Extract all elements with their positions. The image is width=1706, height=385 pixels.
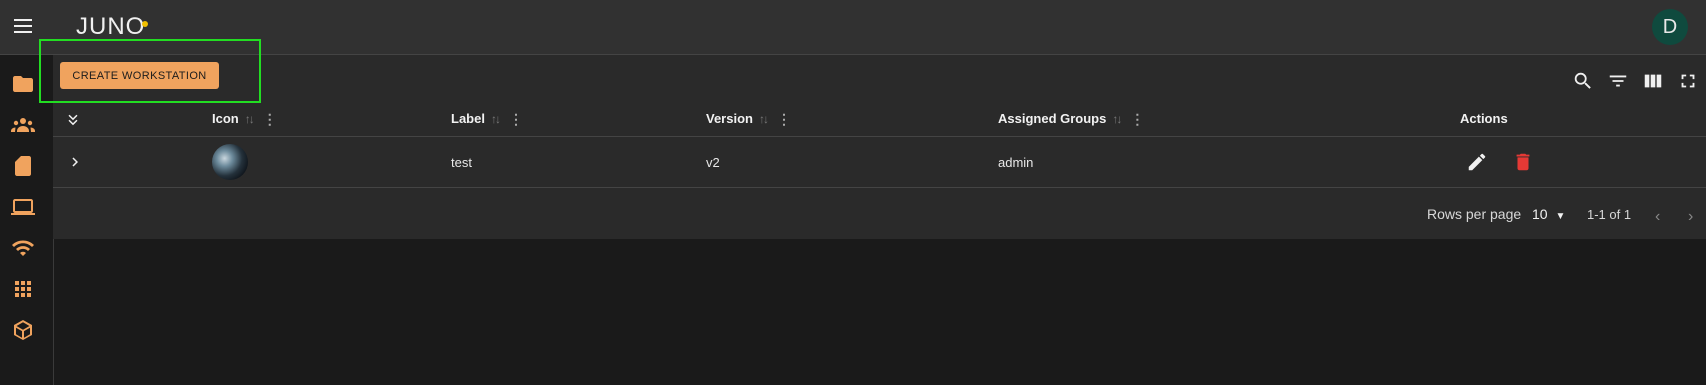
create-workstation-button[interactable]: CREATE WORKSTATION <box>60 62 219 89</box>
expand-all-icon[interactable] <box>64 111 82 129</box>
column-menu-icon[interactable]: ⋮ <box>1130 112 1144 126</box>
sort-icon[interactable]: ↑↓ <box>245 112 255 126</box>
cell-groups: admin <box>998 155 1034 170</box>
column-label: Assigned Groups <box>998 111 1107 126</box>
apps-grid-icon[interactable] <box>11 277 35 301</box>
column-label: Icon <box>212 111 239 126</box>
package-icon[interactable] <box>11 318 35 342</box>
filter-icon[interactable] <box>1607 70 1629 92</box>
search-icon[interactable] <box>1572 70 1594 92</box>
dropdown-arrow-icon: ▼ <box>1555 211 1566 222</box>
fullscreen-icon[interactable] <box>1677 70 1699 92</box>
next-page-icon[interactable]: › <box>1688 208 1693 226</box>
prev-page-icon[interactable]: ‹ <box>1655 208 1660 226</box>
column-header-version[interactable]: Version ↑↓ ⋮ <box>706 111 791 126</box>
pagination-range: 1-1 of 1 <box>1587 207 1632 222</box>
header-divider <box>53 136 1706 137</box>
cell-label: test <box>451 155 472 170</box>
logo: JUNO <box>76 13 148 40</box>
column-menu-icon[interactable]: ⋮ <box>509 112 523 126</box>
app-bar: JUNO D <box>0 0 1706 55</box>
cell-version: v2 <box>706 155 720 170</box>
sort-icon[interactable]: ↑↓ <box>1112 112 1122 126</box>
column-header-actions: Actions <box>1460 111 1508 126</box>
logo-text: JUNO <box>76 13 145 40</box>
expand-row-icon[interactable] <box>66 153 84 174</box>
sidebar <box>0 55 54 385</box>
row-divider <box>53 187 1706 188</box>
workstation-icon-image <box>212 144 248 180</box>
column-header-icon[interactable]: Icon ↑↓ ⋮ <box>212 111 277 126</box>
sort-icon[interactable]: ↑↓ <box>491 112 501 126</box>
sort-icon[interactable]: ↑↓ <box>759 112 769 126</box>
column-label: Label <box>451 111 485 126</box>
column-label: Version <box>706 111 753 126</box>
delete-icon[interactable] <box>1512 151 1534 176</box>
column-header-assigned-groups[interactable]: Assigned Groups ↑↓ ⋮ <box>998 111 1144 126</box>
folder-icon[interactable] <box>11 72 35 96</box>
rows-per-page-select[interactable]: 10 ▼ <box>1532 206 1565 222</box>
menu-icon[interactable] <box>12 15 34 37</box>
column-menu-icon[interactable]: ⋮ <box>777 112 791 126</box>
groups-icon[interactable] <box>11 113 35 137</box>
column-label: Actions <box>1460 111 1508 126</box>
columns-icon[interactable] <box>1642 70 1664 92</box>
wifi-icon[interactable] <box>11 236 35 260</box>
column-menu-icon[interactable]: ⋮ <box>263 112 277 126</box>
rows-per-page-value: 10 <box>1532 206 1548 222</box>
edit-icon[interactable] <box>1466 151 1488 176</box>
column-header-label[interactable]: Label ↑↓ ⋮ <box>451 111 523 126</box>
avatar[interactable]: D <box>1652 9 1688 45</box>
laptop-icon[interactable] <box>11 195 35 219</box>
sd-card-icon[interactable] <box>11 154 35 178</box>
rows-per-page-label: Rows per page <box>1427 206 1522 222</box>
